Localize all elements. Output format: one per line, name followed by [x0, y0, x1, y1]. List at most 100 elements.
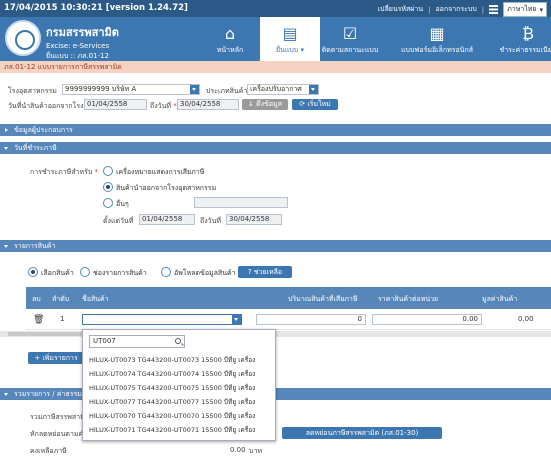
dropdown-option[interactable]: HILUX-UT0075 TG443200-UT0075 15500 บีทีย… [89, 383, 255, 393]
search-icon [175, 338, 181, 344]
nav-submit-form[interactable]: ▤ ยื่นแบบ ▾ [260, 17, 320, 61]
radio-other[interactable] [103, 198, 113, 208]
chevron-down-icon [309, 85, 318, 94]
radio-export-from-factory[interactable] [103, 182, 113, 192]
fetch-label: ดึงข้อมูล [256, 100, 282, 108]
product-type-label: ประเภทสินค้า [206, 87, 248, 95]
radio-select-product[interactable] [28, 267, 38, 277]
reset-label: เริ่มใหม่ [307, 100, 331, 108]
product-table-header: ลบ ลำดับ ชื่อสินค้า ปริมาณสินค้าที่เสียภ… [26, 287, 551, 309]
col-delete: ลบ [32, 295, 41, 303]
unit-price-input[interactable]: 0.00 [372, 314, 482, 325]
section-tax-date[interactable]: วันที่ชำระภาษี [0, 142, 551, 154]
chevron-down-icon [190, 85, 199, 94]
search-value: UT007 [93, 337, 116, 345]
total-tax-label: รวมภาษีสรรพสามิต [30, 413, 90, 421]
brand: กรมสรรพสามิต Excise: e-Services ยื่นแบบ … [46, 23, 119, 62]
header: กรมสรรพสามิต Excise: e-Services ยื่นแบบ … [0, 17, 551, 61]
help-button[interactable]: ? ช่วยเหลือ [238, 266, 292, 278]
form-icon: ▦ [429, 24, 445, 43]
date-range-label: วันที่นำสินค้าออกจากโรง * [8, 102, 89, 110]
radio-label-markup-text: เครื่องหมายแสดงการเสียภาษี [116, 168, 205, 176]
date-from-input[interactable]: 01/04/2558 [84, 99, 147, 110]
dropdown-option[interactable]: HILUX-UT0074 TG443200-UT0074 15500 บีทีย… [89, 369, 255, 379]
section-product-list[interactable]: รายการสินค้า [0, 240, 551, 252]
product-type-value: เครื่องปรับอากาศ [250, 85, 302, 93]
nav-ebook-label: แบบฟอร์มอิเล็กทรอนิกส์ [401, 46, 473, 54]
radio-label-markup[interactable] [103, 166, 113, 176]
hamburger-menu-icon[interactable] [489, 5, 499, 14]
table-row: 🗑 1 0 0.00 0.00 [26, 310, 551, 330]
dropdown-option[interactable]: HILUX-UT0077 TG443200-UT0077 15500 บีทีย… [89, 397, 255, 407]
dropdown-option[interactable]: HILUX-UT0070 TG443200-UT0070 15500 บีทีย… [89, 411, 255, 421]
col-unit-price: ราคาสินค้าต่อหน่วย [378, 295, 439, 303]
qty-input[interactable]: 0 [256, 314, 366, 325]
section-operator-info[interactable]: ข้อมูลผู้ประกอบการ [0, 124, 551, 136]
datetime-version: 17/04/2015 10:30:21 [version 1.24.72] [4, 3, 188, 13]
top-bar: 17/04/2015 10:30:21 [version 1.24.72] เป… [0, 0, 551, 17]
nav-submit-label: ยื่นแบบ ▾ [275, 46, 305, 54]
nav-fee-label: ชำระค่าธรรมเนียม [499, 46, 551, 54]
remaining-tax-value: 0.00 [230, 446, 246, 454]
dropdown-option[interactable]: HILUX-UT0071 TG443200-UT0071 15500 บีทีย… [89, 425, 255, 435]
language-value: ภาษาไทย [507, 5, 537, 13]
checklist-icon: ☑ [342, 24, 358, 43]
chevron-down-icon [232, 315, 241, 324]
dropdown-option[interactable]: HILUX-UT0073 TG443200-UT0073 15500 บีทีย… [89, 355, 255, 365]
col-product-name: ชื่อสินค้า [82, 295, 109, 303]
product-dropdown: UT007 HILUX-UT0073 TG443200-UT0073 15500… [82, 329, 276, 441]
logout-link[interactable]: ออกจากระบบ [435, 4, 476, 15]
radio-export-from-factory-text: สินค้านำออกจากโรงอุตสาหกรรม [116, 184, 217, 192]
plus-icon: + [34, 354, 41, 362]
nav-pay-fee[interactable]: ₿ ชำระค่าธรรมเนียม [498, 17, 551, 61]
remaining-tax-unit: บาท [249, 447, 262, 455]
trash-icon[interactable]: 🗑 [33, 315, 44, 325]
add-item-button[interactable]: + เพิ่มรายการ [28, 352, 84, 364]
radio-manual-product-text: ช่องรายการสินค้า [93, 269, 147, 277]
nav-track-label: ติดตามสถานะแบบ [321, 46, 379, 54]
factory-value: 9999999999 บริษัท A [65, 85, 137, 93]
nav-home[interactable]: ⌂ หน้าหลัก [200, 17, 260, 61]
datetime: 17/04/2015 10:30:21 [4, 3, 103, 13]
factory-label: โรงอุตสาหกรรม [8, 87, 57, 95]
nav-home-label: หน้าหลัก [216, 46, 244, 54]
date-to-input[interactable]: 30/04/2558 [177, 99, 239, 110]
breadcrumb: ภส.01-12 แบบรายการภาษีสรรพสามิต [0, 61, 551, 73]
chevron-down-icon: ▾ [539, 5, 543, 14]
remaining-tax-label: คงเหลือภาษี [30, 447, 67, 455]
col-qty: ปริมาณสินค้าที่เสียภาษี [288, 295, 358, 303]
reset-button[interactable]: ⟳ เริ่มใหม่ [292, 99, 338, 110]
other-input[interactable] [194, 197, 288, 208]
deduct-link-button[interactable]: ลดหย่อนภาษีสรรพสามิต (ภส.01-30) [282, 427, 442, 439]
app-subtitle: Excise: e-Services [46, 42, 110, 50]
divider: | [428, 5, 431, 14]
radio-manual-product[interactable] [80, 267, 90, 277]
fetch-data-button[interactable]: ↓ ดึงข้อมูล [242, 99, 288, 110]
home-icon: ⌂ [224, 24, 236, 43]
change-password-link[interactable]: เปลี่ยนรหัสผ่าน [378, 4, 423, 15]
product-name-select[interactable] [82, 314, 242, 325]
app-title: กรมสรรพสามิต [46, 26, 119, 39]
language-select[interactable]: ภาษาไทย ▾ [503, 2, 547, 17]
radio-upload-product-text: อัพโหลดข้อมูลสินค้า [174, 269, 236, 277]
tax-for-label: การชำระภาษีสำหรับ * [30, 168, 99, 176]
excise-logo [5, 20, 41, 56]
radio-select-product-text: เลือกสินค้า [41, 269, 74, 277]
row-value: 0.00 [518, 315, 534, 323]
version: [version 1.24.72] [105, 3, 188, 13]
tax-from-date: 01/04/2558 [139, 214, 195, 225]
refresh-icon: ⟳ [299, 100, 306, 108]
factory-select[interactable]: 9999999999 บริษัท A [62, 84, 200, 95]
product-type-select[interactable]: เครื่องปรับอากาศ [247, 84, 319, 95]
nav-e-forms[interactable]: ▦ แบบฟอร์มอิเล็กทรอนิกส์ [392, 17, 482, 61]
dropdown-search-input[interactable]: UT007 [89, 335, 185, 348]
date-to-label: ถึงวันที่ * [150, 102, 177, 110]
nav-track-status[interactable]: ☑ ติดตามสถานะแบบ [318, 17, 382, 61]
radio-other-text: อื่นๆ [116, 200, 129, 208]
payment-icon: ₿ [522, 24, 534, 43]
to-date-label: ถึงวันที่ [200, 217, 221, 225]
radio-upload-product[interactable] [161, 267, 171, 277]
col-value: มูลค่าสินค้า [482, 295, 518, 303]
col-seq: ลำดับ [52, 295, 70, 303]
add-item-label: เพิ่มรายการ [42, 354, 78, 362]
